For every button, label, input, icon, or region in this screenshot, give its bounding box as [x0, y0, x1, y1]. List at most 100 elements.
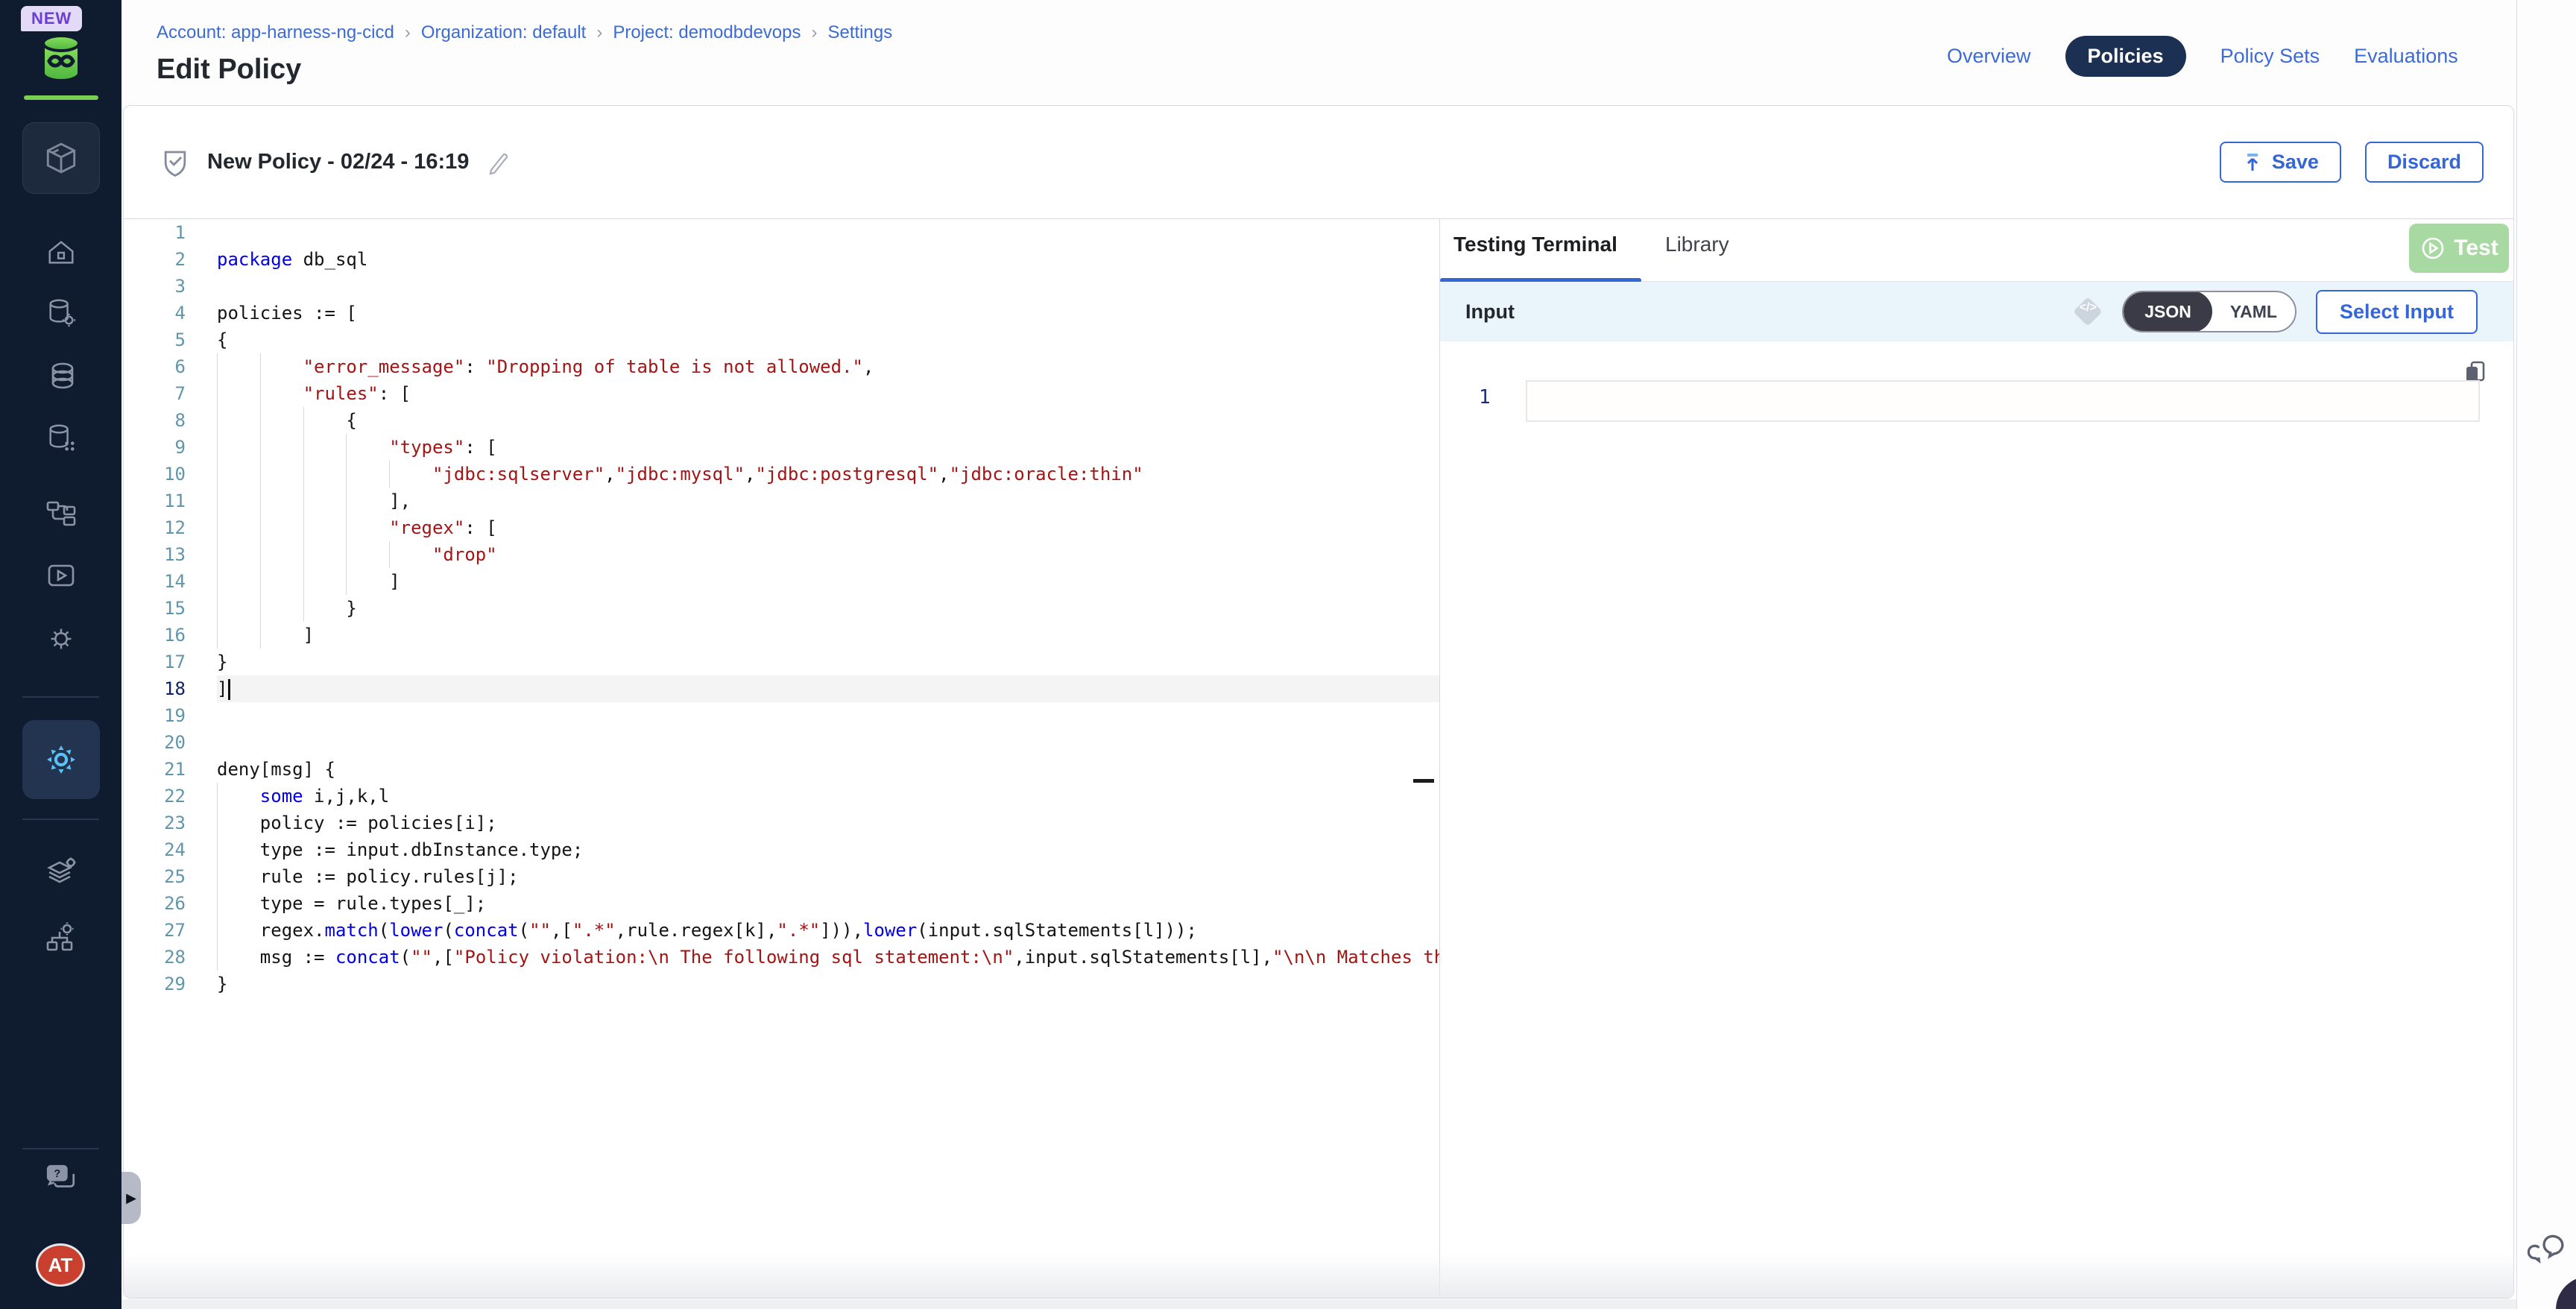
line-number: 4 — [124, 300, 186, 327]
page-title: Edit Policy — [157, 54, 301, 86]
svg-text:?: ? — [54, 1168, 60, 1180]
sidebar-expand-handle[interactable]: ▶ — [121, 1172, 141, 1224]
line-number: 14 — [124, 568, 186, 595]
input-editor[interactable]: 1 — [1440, 341, 2514, 1299]
line-number: 3 — [124, 273, 186, 300]
line-number: 19 — [124, 702, 186, 729]
sidebar-divider — [22, 696, 99, 698]
sidebar-item-help[interactable]: ? — [0, 1161, 121, 1196]
line-number: 23 — [124, 810, 186, 836]
edit-pencil-icon[interactable] — [485, 149, 512, 176]
database-stack-icon — [45, 359, 78, 392]
code-line: 15 } — [124, 595, 1439, 622]
line-number: 7 — [124, 380, 186, 407]
input-active-line[interactable] — [1526, 380, 2480, 422]
line-number: 15 — [124, 595, 186, 622]
chevron-right-icon: › — [405, 22, 411, 43]
sidebar-item-settings-gray[interactable] — [0, 623, 121, 654]
discard-button[interactable]: Discard — [2365, 142, 2484, 183]
line-number: 22 — [124, 783, 186, 810]
sidebar-item-home[interactable] — [0, 237, 121, 268]
code-line: 3 — [124, 273, 1439, 300]
line-number: 1 — [124, 219, 186, 246]
code-line: 28 msg := concat("",["Policy violation:\… — [124, 944, 1439, 971]
code-line: 21deny[msg] { — [124, 756, 1439, 783]
test-button[interactable]: Test — [2409, 224, 2509, 273]
nav-tabs: Overview Policies Policy Sets Evaluation… — [1947, 36, 2458, 77]
toggle-yaml[interactable]: YAML — [2212, 291, 2295, 332]
tab-library[interactable]: Library — [1665, 233, 1729, 256]
avatar[interactable]: AT — [36, 1243, 85, 1287]
sidebar-item-module[interactable] — [22, 122, 100, 194]
line-number: 6 — [124, 353, 186, 380]
database-devops-logo[interactable] — [34, 33, 88, 90]
chevron-right-icon: › — [596, 22, 602, 43]
select-input-button[interactable]: Select Input — [2316, 290, 2478, 334]
tab-evaluations[interactable]: Evaluations — [2354, 45, 2458, 68]
layers-gear-icon — [45, 856, 78, 889]
breadcrumb-organization[interactable]: Organization: default — [421, 22, 586, 43]
sidebar-item-pipelines[interactable] — [0, 495, 121, 528]
sidebar: NEW — [0, 0, 121, 1309]
gear-active-icon — [42, 740, 80, 779]
sidebar-item-environments[interactable] — [0, 921, 121, 954]
line-number: 18 — [124, 675, 186, 702]
sidebar-item-overrides[interactable] — [0, 856, 121, 889]
sidebar-item-executions[interactable] — [0, 559, 121, 592]
code-line: 18] — [124, 675, 1439, 702]
home-icon — [45, 237, 77, 268]
tab-overview[interactable]: Overview — [1947, 45, 2031, 68]
code-line: 26 type = rule.types[_]; — [124, 890, 1439, 917]
code-line: 12 "regex": [ — [124, 514, 1439, 541]
format-toggle: JSON YAML — [2122, 291, 2296, 332]
line-number: 28 — [124, 944, 186, 971]
code-line: 4policies := [ — [124, 300, 1439, 327]
save-label: Save — [2272, 151, 2319, 174]
page: NEW — [0, 0, 2576, 1309]
sidebar-item-db-instances[interactable] — [0, 422, 121, 453]
save-button[interactable]: Save — [2220, 142, 2341, 183]
text-cursor — [228, 679, 230, 700]
code-line: 6 "error_message": "Dropping of table is… — [124, 353, 1439, 380]
code-diamond-icon: </> — [2073, 297, 2103, 327]
play-video-icon — [45, 559, 78, 592]
network-gear-icon — [45, 921, 78, 954]
database-grid-icon — [45, 422, 77, 453]
code-line: 5{ — [124, 327, 1439, 353]
toggle-json[interactable]: JSON — [2124, 291, 2212, 332]
code-line: 16 ] — [124, 622, 1439, 649]
code-line: 10 "jdbc:sqlserver","jdbc:mysql","jdbc:p… — [124, 461, 1439, 488]
tab-testing-terminal[interactable]: Testing Terminal — [1453, 233, 1617, 256]
test-label: Test — [2454, 236, 2498, 261]
code-line: 1 — [124, 219, 1439, 246]
code-line: 11 ], — [124, 488, 1439, 514]
line-number: 2 — [124, 246, 186, 273]
line-number: 20 — [124, 729, 186, 756]
code-line: 9 "types": [ — [124, 434, 1439, 461]
line-number: 11 — [124, 488, 186, 514]
overview-ruler-cursor-mark — [1413, 779, 1434, 783]
breadcrumb-account[interactable]: Account: app-harness-ng-cicd — [157, 22, 394, 43]
line-number: 16 — [124, 622, 186, 649]
sidebar-item-settings-active[interactable] — [22, 720, 100, 799]
tab-policies[interactable]: Policies — [2065, 36, 2186, 77]
line-number: 24 — [124, 836, 186, 863]
line-number: 10 — [124, 461, 186, 488]
chat-widget-button[interactable] — [2556, 1276, 2576, 1309]
line-number: 5 — [124, 327, 186, 353]
breadcrumb: Account: app-harness-ng-cicd › Organizat… — [157, 22, 892, 43]
tab-policy-sets[interactable]: Policy Sets — [2220, 45, 2320, 68]
pipeline-icon — [45, 495, 78, 528]
line-number: 21 — [124, 756, 186, 783]
breadcrumb-settings[interactable]: Settings — [827, 22, 892, 43]
code-line: 22 some i,j,k,l — [124, 783, 1439, 810]
expand-arrow-icon: ▶ — [126, 1190, 136, 1206]
code-line: 25 rule := policy.rules[j]; — [124, 863, 1439, 890]
chat-bubbles-icon[interactable] — [2528, 1230, 2566, 1269]
breadcrumb-project[interactable]: Project: demodbdevops — [613, 22, 801, 43]
sidebar-item-db-stack[interactable] — [0, 359, 121, 392]
policy-name: New Policy - 02/24 - 16:19 — [207, 150, 469, 174]
sidebar-item-db-settings[interactable] — [0, 297, 121, 328]
code-editor[interactable]: 12package db_sql34policies := [5{6 "erro… — [124, 219, 1440, 1299]
line-number: 9 — [124, 434, 186, 461]
